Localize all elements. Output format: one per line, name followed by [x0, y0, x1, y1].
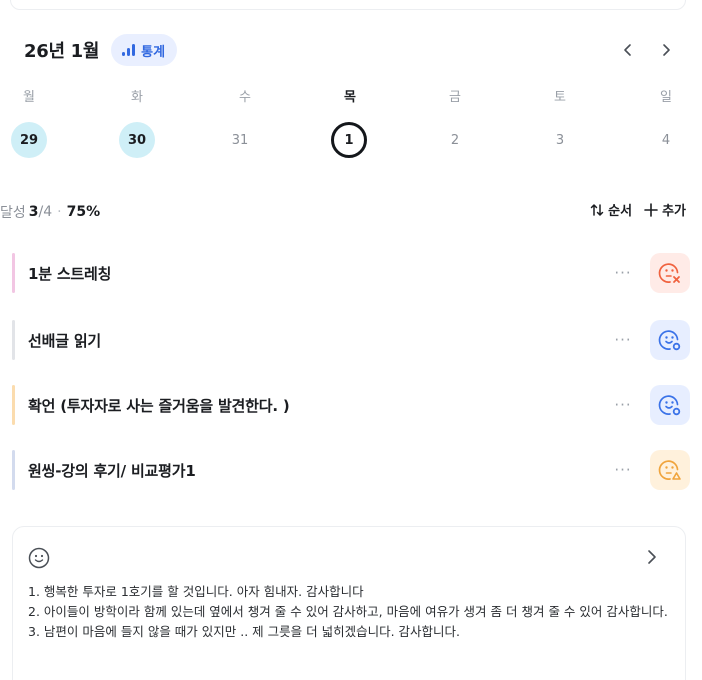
- habit-row[interactable]: 선배글 읽기 ···: [12, 320, 690, 360]
- bar-chart-icon: [122, 44, 136, 56]
- date-cell[interactable]: 2: [437, 122, 473, 158]
- more-button[interactable]: ···: [609, 259, 637, 287]
- weekday-label: 화: [131, 90, 143, 105]
- prev-week-button[interactable]: [614, 36, 642, 64]
- summary-percent: 75%: [66, 204, 101, 220]
- habit-row[interactable]: 원씽-강의 후기/ 비교평가1 ···: [12, 450, 690, 490]
- note-line: 3. 남편이 마음에 들지 않을 때가 있지만 .. 제 그릇을 더 넓히겠습니…: [28, 624, 461, 639]
- sort-label: 순서: [608, 204, 633, 219]
- weekday-label: 금: [449, 90, 461, 105]
- more-button[interactable]: ···: [609, 456, 637, 484]
- date-cell[interactable]: 1: [331, 122, 367, 158]
- add-label: 추가: [662, 204, 686, 219]
- face-check-icon: [658, 395, 681, 416]
- previous-card: [10, 0, 686, 10]
- summary-done: 3: [28, 204, 39, 220]
- sort-arrows-icon: [590, 203, 604, 216]
- weekday-label: 토: [554, 90, 566, 105]
- status-button[interactable]: [650, 320, 690, 360]
- face-check-icon: [658, 330, 681, 351]
- stats-label: 통계: [141, 44, 166, 60]
- habit-row[interactable]: 확언 (투자자로 사는 즐거움을 발견한다. ) ···: [12, 385, 690, 425]
- note-text: 1. 행복한 투자로 1호기를 할 것입니다. 아자 힘내자. 감사합니다 2.…: [28, 582, 678, 642]
- chevron-right-icon: [663, 44, 670, 56]
- weekday-label: 월: [23, 90, 35, 105]
- habit-name: 확언 (투자자로 사는 즐거움을 발견한다. ): [28, 396, 290, 415]
- date-cell[interactable]: 31: [222, 122, 258, 158]
- more-button[interactable]: ···: [609, 326, 637, 354]
- habit-color-bar: [12, 253, 15, 293]
- face-x-icon: [658, 263, 680, 283]
- more-button[interactable]: ···: [609, 391, 637, 419]
- plus-icon: [644, 202, 658, 217]
- weekday-label: 일: [660, 90, 672, 105]
- habit-color-bar: [12, 385, 15, 425]
- date-cell[interactable]: 30: [119, 122, 155, 158]
- weekday-label: 수: [239, 90, 251, 105]
- summary-total: /4: [38, 204, 53, 220]
- status-button[interactable]: [650, 385, 690, 425]
- gratitude-note-card[interactable]: 1. 행복한 투자로 1호기를 할 것입니다. 아자 힘내자. 감사합니다 2.…: [12, 526, 686, 680]
- note-line: 1. 행복한 투자로 1호기를 할 것입니다. 아자 힘내자. 감사합니다: [28, 584, 364, 599]
- face-warning-icon: [658, 460, 681, 480]
- weekday-row: 월 화 수 목 금 토 일: [0, 86, 702, 108]
- habit-name: 선배글 읽기: [28, 331, 102, 350]
- chevron-left-icon: [624, 44, 631, 56]
- weekday-label: 목: [344, 90, 356, 105]
- achievement-summary: 달성 3/4 · 75%: [0, 202, 100, 222]
- add-habit-button[interactable]: 추가: [644, 200, 686, 219]
- month-title: 26년 1월: [24, 41, 100, 62]
- sort-button[interactable]: 순서: [590, 200, 632, 219]
- date-row: 29 30 31 1 2 3 4: [0, 122, 702, 158]
- summary-separator: ·: [57, 204, 62, 220]
- smile-icon: [28, 547, 50, 569]
- status-button[interactable]: [650, 450, 690, 490]
- list-actions: 순서 추가: [590, 200, 686, 219]
- month-header: 26년 1월 통계: [24, 34, 178, 66]
- habit-row[interactable]: 1분 스트레칭 ···: [12, 253, 690, 293]
- status-button[interactable]: [650, 253, 690, 293]
- habit-name: 1분 스트레칭: [28, 264, 112, 283]
- note-line: 2. 아이들이 방학이라 함께 있는데 옆에서 챙겨 줄 수 있어 감사하고, …: [28, 604, 668, 619]
- habit-color-bar: [12, 320, 15, 360]
- summary-label: 달성: [0, 205, 26, 221]
- date-cell[interactable]: 3: [542, 122, 578, 158]
- date-cell[interactable]: 29: [11, 122, 47, 158]
- chevron-right-icon[interactable]: [646, 549, 658, 565]
- stats-button[interactable]: 통계: [111, 34, 178, 66]
- habit-name: 원씽-강의 후기/ 비교평가1: [28, 461, 196, 480]
- date-cell[interactable]: 4: [648, 122, 684, 158]
- habit-color-bar: [12, 450, 15, 490]
- summary-count: 3/4: [29, 204, 52, 220]
- next-week-button[interactable]: [652, 36, 680, 64]
